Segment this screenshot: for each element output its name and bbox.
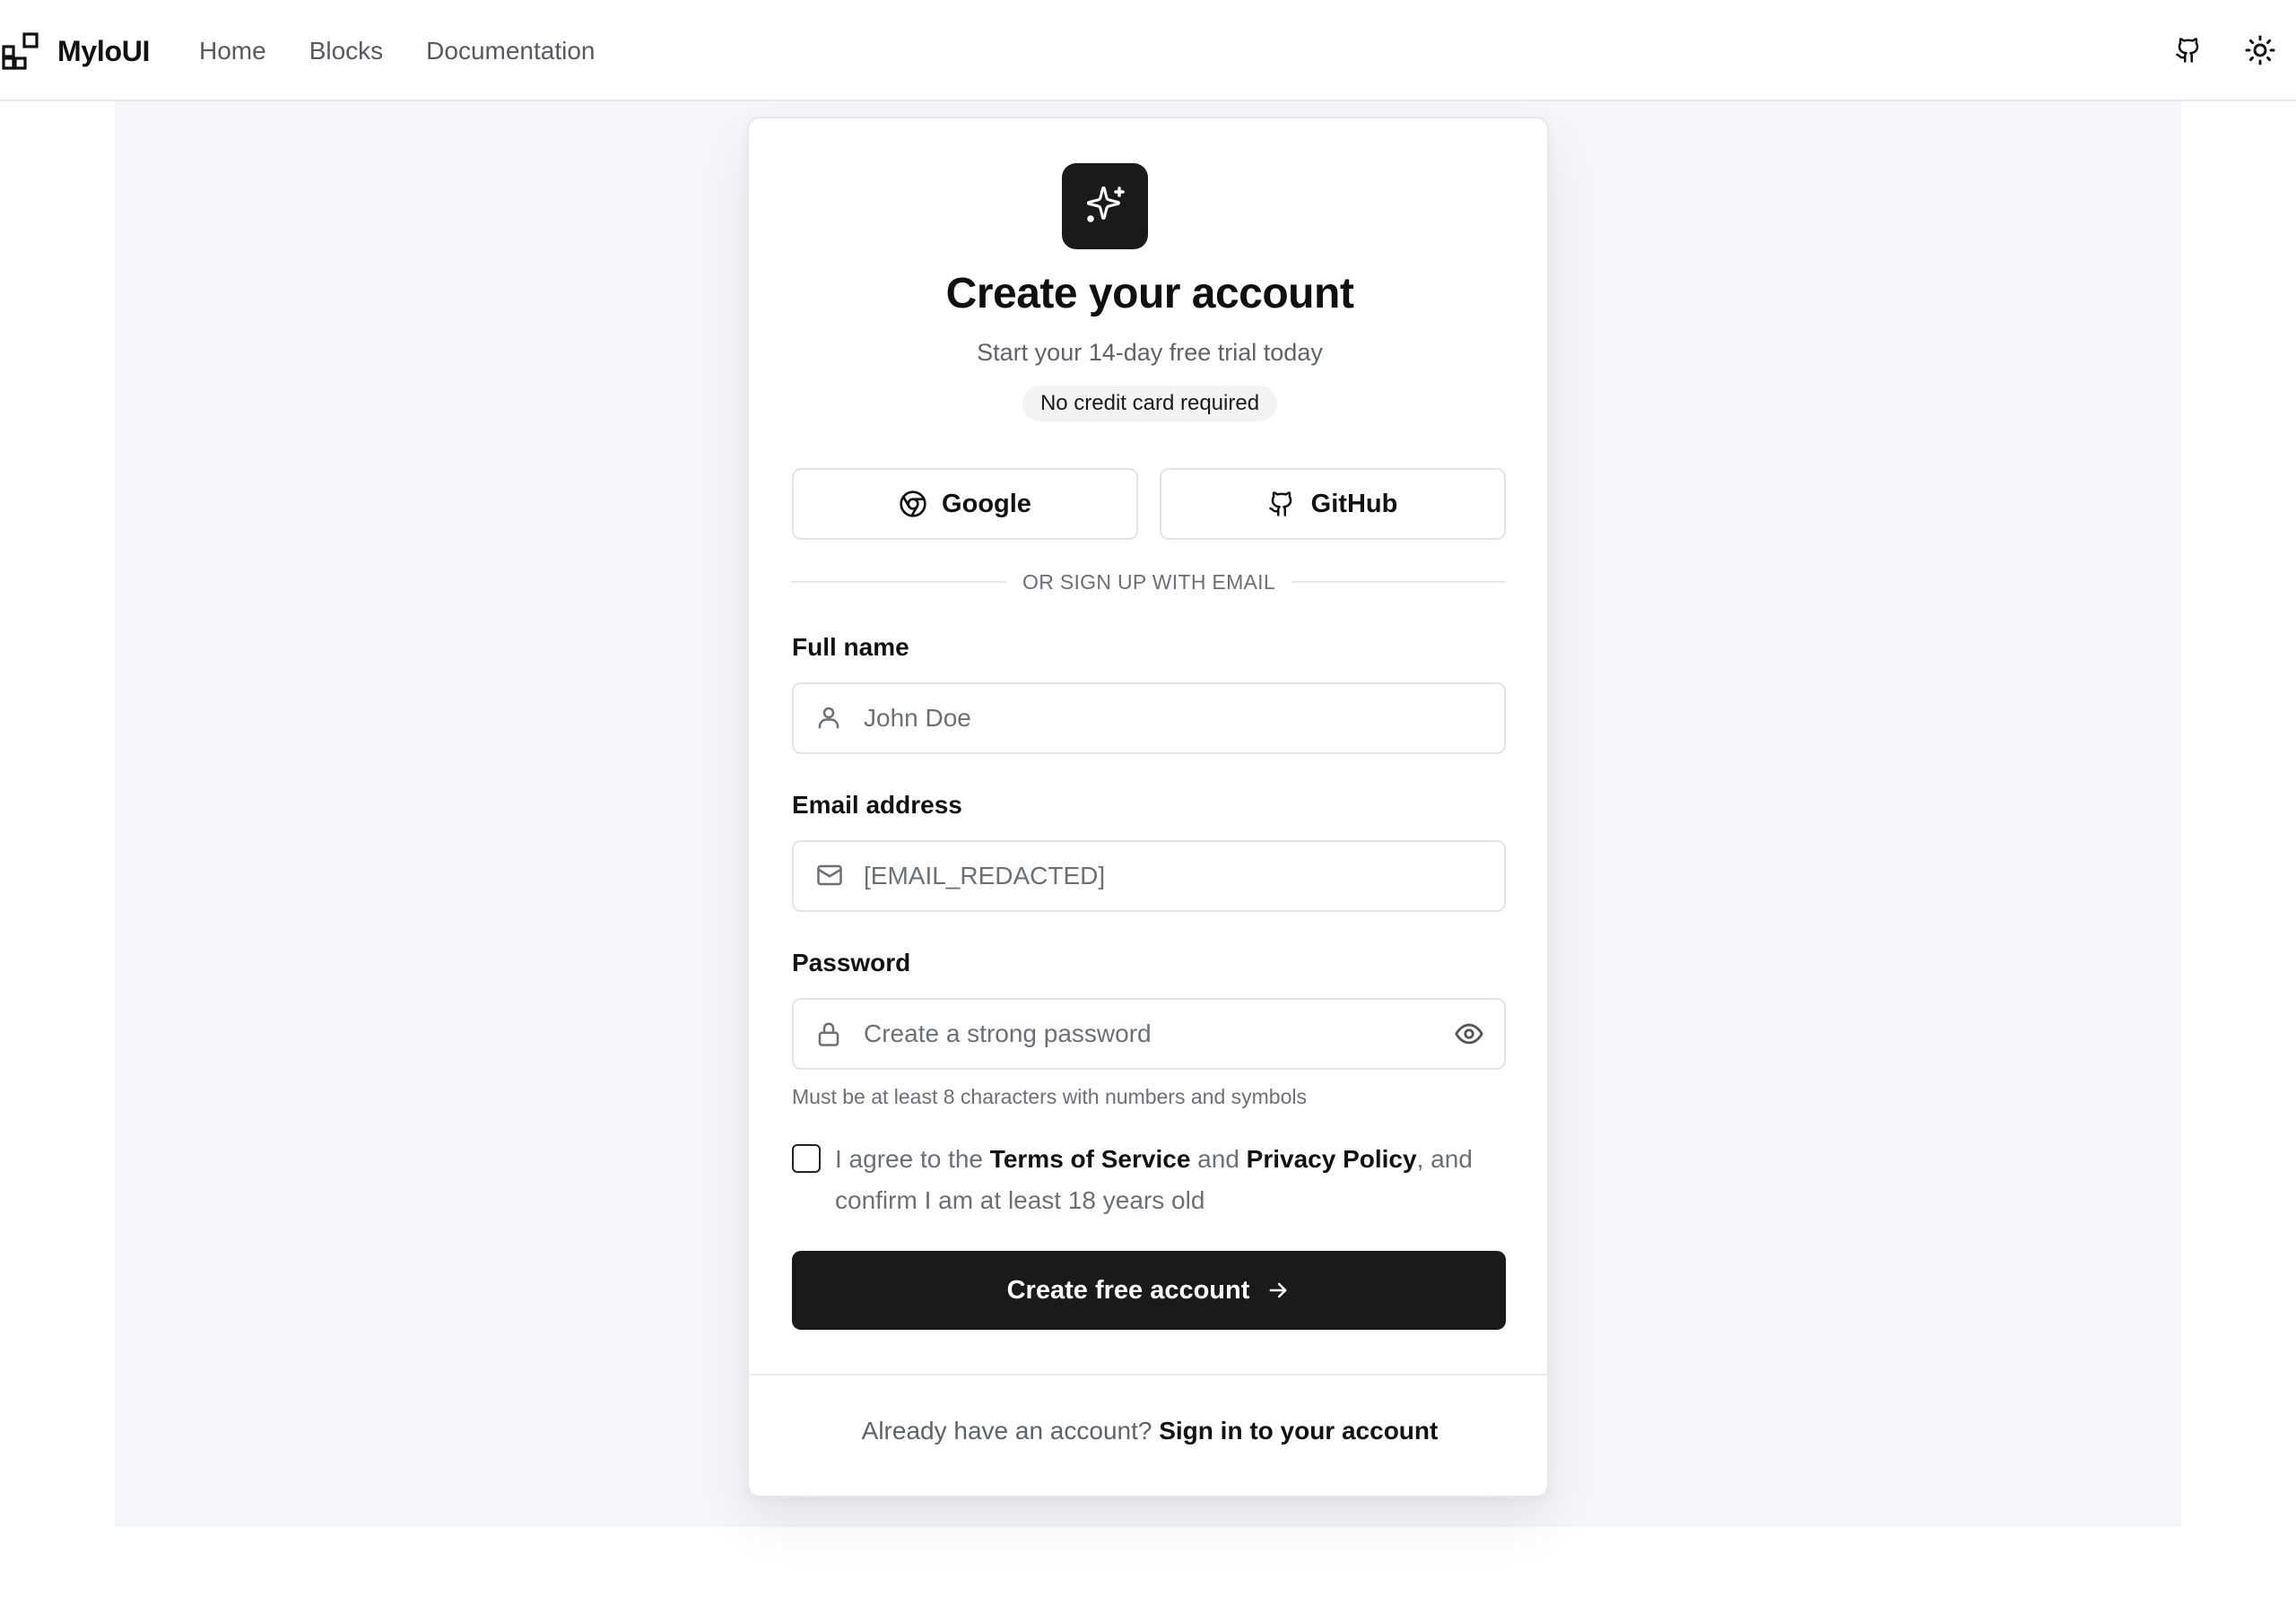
eye-show-password-icon[interactable]: [1454, 1019, 1484, 1049]
email-label: Email address: [792, 791, 962, 819]
github-signup-button[interactable]: GitHub: [1160, 468, 1506, 540]
github-label: GitHub: [1310, 489, 1398, 518]
card-footer-divider: [749, 1374, 1551, 1375]
main-nav: Home Blocks Documentation: [199, 34, 639, 68]
full-name-label: Full name: [792, 633, 909, 661]
arrow-right-icon: [1265, 1278, 1291, 1303]
sign-in-link[interactable]: Sign in to your account: [1159, 1417, 1438, 1445]
signup-card: Create your account Start your 14-day fr…: [747, 117, 1551, 1497]
no-credit-card-badge: No credit card required: [1022, 386, 1278, 421]
divider-text: OR SIGN UP WITH EMAIL: [1022, 569, 1275, 594]
github-icon: [1268, 490, 1297, 518]
page-title: Create your account: [945, 270, 1354, 317]
brand-name: MyloUI: [57, 34, 151, 67]
google-signup-button[interactable]: Google: [792, 468, 1138, 540]
sparkles-icon: [1083, 183, 1126, 230]
email-divider: OR SIGN UP WITH EMAIL: [792, 567, 1507, 597]
lock-icon: [815, 1020, 844, 1048]
nav-blocks[interactable]: Blocks: [309, 34, 383, 68]
blocks-logo-icon: [2, 32, 39, 70]
email-input[interactable]: [864, 862, 1504, 890]
signin-prompt-text: Already have an account?: [861, 1417, 1160, 1445]
subtitle: Start your 14-day free trial today: [977, 339, 1323, 366]
chrome-icon: [899, 490, 927, 518]
full-name-field[interactable]: [792, 682, 1506, 754]
brand[interactable]: MyloUI: [2, 32, 150, 70]
email-field[interactable]: [792, 840, 1506, 912]
create-account-label: Create free account: [1006, 1275, 1250, 1305]
user-icon: [815, 704, 844, 733]
github-icon[interactable]: [2170, 32, 2206, 68]
full-name-input[interactable]: [864, 704, 1504, 733]
app-logo: [1062, 163, 1148, 249]
password-label: Password: [792, 949, 911, 976]
terms-agreement: I agree to the Terms of Service and Priv…: [792, 1139, 1506, 1221]
password-field[interactable]: [792, 998, 1506, 1070]
top-navigation-bar: MyloUI Home Blocks Documentation: [0, 0, 2296, 101]
terms-of-service-link[interactable]: Terms of Service: [990, 1145, 1191, 1173]
sun-theme-toggle-icon[interactable]: [2242, 32, 2278, 68]
mail-icon: [815, 862, 844, 890]
create-account-button[interactable]: Create free account: [792, 1251, 1506, 1330]
nav-home[interactable]: Home: [199, 34, 266, 68]
agree-text-mid: and: [1190, 1145, 1247, 1173]
password-input[interactable]: [864, 1020, 1454, 1048]
signin-prompt: Already have an account? Sign in to your…: [749, 1417, 1551, 1445]
nav-documentation[interactable]: Documentation: [426, 34, 595, 68]
agree-text-pre: I agree to the: [835, 1145, 990, 1173]
password-hint: Must be at least 8 characters with numbe…: [792, 1085, 1307, 1108]
google-label: Google: [942, 489, 1031, 518]
privacy-policy-link[interactable]: Privacy Policy: [1247, 1145, 1417, 1173]
terms-checkbox[interactable]: [792, 1144, 821, 1173]
